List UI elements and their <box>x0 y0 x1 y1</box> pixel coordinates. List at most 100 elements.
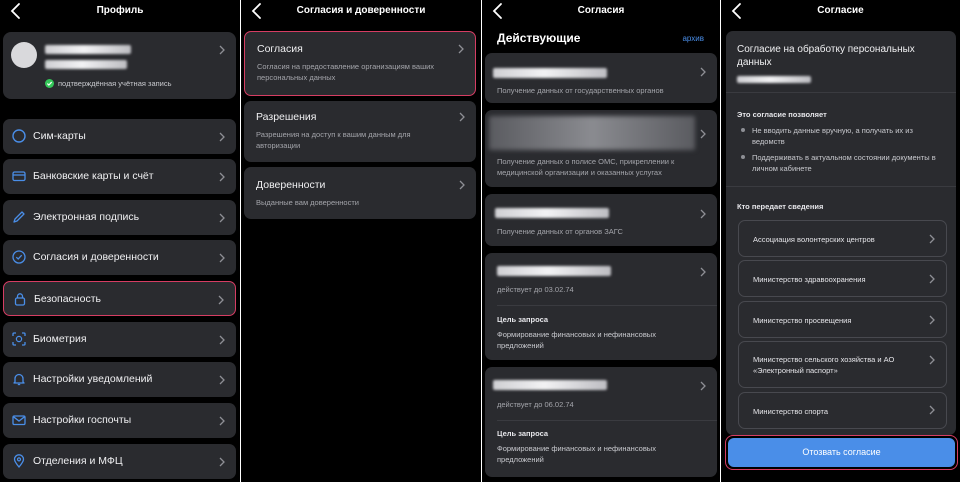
chevron-right-icon <box>219 457 225 467</box>
chevron-right-icon <box>219 416 225 426</box>
consent-description: Получение данных от государственных орга… <box>497 86 664 95</box>
profile-screen: Профиль подтверждённая учётная запись Си… <box>0 0 240 482</box>
verified-status: подтверждённая учётная запись <box>58 79 172 88</box>
goal-text: Формирование финансовых и нефинансовых п… <box>497 444 656 464</box>
menu-item-sim-cards[interactable]: Сим-карты <box>3 119 236 154</box>
provider-name: Министерство здравоохранения <box>753 275 866 284</box>
org-name-redacted <box>493 68 607 78</box>
provider-item[interactable]: Министерство просвещения <box>738 301 947 338</box>
chevron-right-icon <box>700 381 706 391</box>
provider-item[interactable]: Министерство сельского хозяйства и АО «Э… <box>738 341 947 388</box>
consent-detail-card: Согласие на обработку персональных данны… <box>726 31 956 435</box>
chevron-right-icon <box>219 335 225 345</box>
menu-item-notifications[interactable]: Настройки уведомлений <box>3 362 236 397</box>
user-phone-redacted <box>45 60 127 69</box>
menu-item-label: Отделения и МФЦ <box>33 455 123 467</box>
avatar <box>11 42 37 68</box>
menu-item-bank-cards[interactable]: Банковские карты и счёт <box>3 159 236 194</box>
chevron-right-icon <box>929 234 935 244</box>
bullet-dot <box>741 155 745 159</box>
menu-item-security[interactable]: Безопасность <box>3 281 236 316</box>
consent-item[interactable]: действует до 06.02.74 Цель запроса Форми… <box>485 367 717 477</box>
provider-item[interactable]: Ассоциация волонтерских центров <box>738 220 947 257</box>
provider-item[interactable]: Министерство здравоохранения <box>738 260 947 297</box>
valid-until: действует до 06.02.74 <box>497 400 574 409</box>
menu-item-offices[interactable]: Отделения и МФЦ <box>3 444 236 479</box>
bell-icon <box>13 373 25 386</box>
face-scan-icon <box>12 332 26 346</box>
consent-heading: Согласие на обработку персональных данны… <box>737 44 915 68</box>
chevron-right-icon <box>219 213 225 223</box>
chevron-right-icon <box>929 405 935 415</box>
bank-card-icon <box>12 171 26 182</box>
chevron-right-icon <box>219 172 225 182</box>
card-description: Разрешения на доступ к вашим данным для … <box>256 130 411 150</box>
chevron-right-icon <box>219 375 225 385</box>
consent-item[interactable]: действует до 03.02.74 Цель запроса Форми… <box>485 253 717 360</box>
allows-item: Поддерживать в актуальном состоянии доку… <box>752 153 936 173</box>
sim-card-icon <box>12 129 26 143</box>
consent-description: Получение данных от органов ЗАГС <box>497 227 623 236</box>
top-bar: Согласия <box>482 0 720 24</box>
divider <box>497 305 717 306</box>
divider <box>497 420 717 421</box>
consent-item[interactable]: Получение данных о полисе ОМС, прикрепле… <box>485 110 717 187</box>
chevron-right-icon <box>700 67 706 77</box>
chevron-right-icon <box>458 44 464 54</box>
menu-item-biometrics[interactable]: Биометрия <box>3 322 236 357</box>
section-heading: Действующие <box>497 31 581 45</box>
chevron-right-icon <box>459 180 465 190</box>
providers-label: Кто передает сведения <box>737 202 824 211</box>
consents-and-powers-screen: Согласия и доверенности Согласия Согласи… <box>241 0 481 482</box>
mail-icon <box>12 415 26 426</box>
chevron-right-icon <box>219 253 225 263</box>
menu-item-label: Электронная подпись <box>33 211 140 223</box>
menu-item-label: Настройки госпочты <box>33 414 132 426</box>
location-pin-icon <box>13 454 25 468</box>
pen-icon <box>13 211 25 223</box>
chevron-right-icon <box>929 274 935 284</box>
chevron-right-icon <box>218 295 224 305</box>
bullet-dot <box>741 128 745 132</box>
provider-item[interactable]: Министерство спорта <box>738 392 947 429</box>
permissions-card[interactable]: Разрешения Разрешения на доступ к вашим … <box>244 101 476 162</box>
consents-list-screen: Согласия Действующие архив Получение дан… <box>482 0 720 482</box>
card-title: Доверенности <box>256 179 326 191</box>
lock-icon <box>14 293 26 306</box>
chevron-right-icon <box>700 267 706 277</box>
menu-item-label: Настройки уведомлений <box>33 373 153 385</box>
menu-item-label: Согласия и доверенности <box>33 251 159 263</box>
menu-item-e-signature[interactable]: Электронная подпись <box>3 200 236 235</box>
menu-item-gov-mail[interactable]: Настройки госпочты <box>3 403 236 438</box>
chevron-right-icon <box>929 315 935 325</box>
org-name-redacted <box>497 266 611 276</box>
page-title: Профиль <box>96 5 144 16</box>
valid-until: действует до 03.02.74 <box>497 285 574 294</box>
top-bar: Профиль <box>0 0 240 24</box>
goal-text: Формирование финансовых и нефинансовых п… <box>497 330 656 350</box>
card-title: Разрешения <box>256 111 317 123</box>
chevron-right-icon <box>700 129 706 139</box>
menu-item-consents[interactable]: Согласия и доверенности <box>3 240 236 275</box>
consents-card[interactable]: Согласия Согласия на предоставление орга… <box>244 31 476 96</box>
check-circle-icon <box>12 250 26 264</box>
divider <box>726 92 956 93</box>
menu-item-label: Биометрия <box>33 333 87 345</box>
revoke-consent-button[interactable]: Отозвать согласие <box>728 438 955 467</box>
org-name-redacted <box>737 76 811 83</box>
user-name-redacted <box>45 45 131 54</box>
consent-description: Получение данных о полисе ОМС, прикрепле… <box>497 157 675 177</box>
card-title: Согласия <box>257 43 303 55</box>
menu-item-label: Банковские карты и счёт <box>33 170 154 182</box>
powers-of-attorney-card[interactable]: Доверенности Выданные вам доверенности <box>244 167 476 219</box>
page-title: Согласия <box>577 5 625 16</box>
profile-card[interactable]: подтверждённая учётная запись <box>3 32 236 99</box>
chevron-right-icon <box>219 45 225 55</box>
consent-item[interactable]: Получение данных от государственных орга… <box>485 53 717 103</box>
provider-name: Ассоциация волонтерских центров <box>753 235 875 244</box>
consent-item[interactable]: Получение данных от органов ЗАГС <box>485 194 717 246</box>
archive-link[interactable]: архив <box>682 34 704 43</box>
org-name-redacted <box>495 208 609 218</box>
page-title: Согласия и доверенности <box>296 5 426 16</box>
card-description: Выданные вам доверенности <box>256 198 359 207</box>
